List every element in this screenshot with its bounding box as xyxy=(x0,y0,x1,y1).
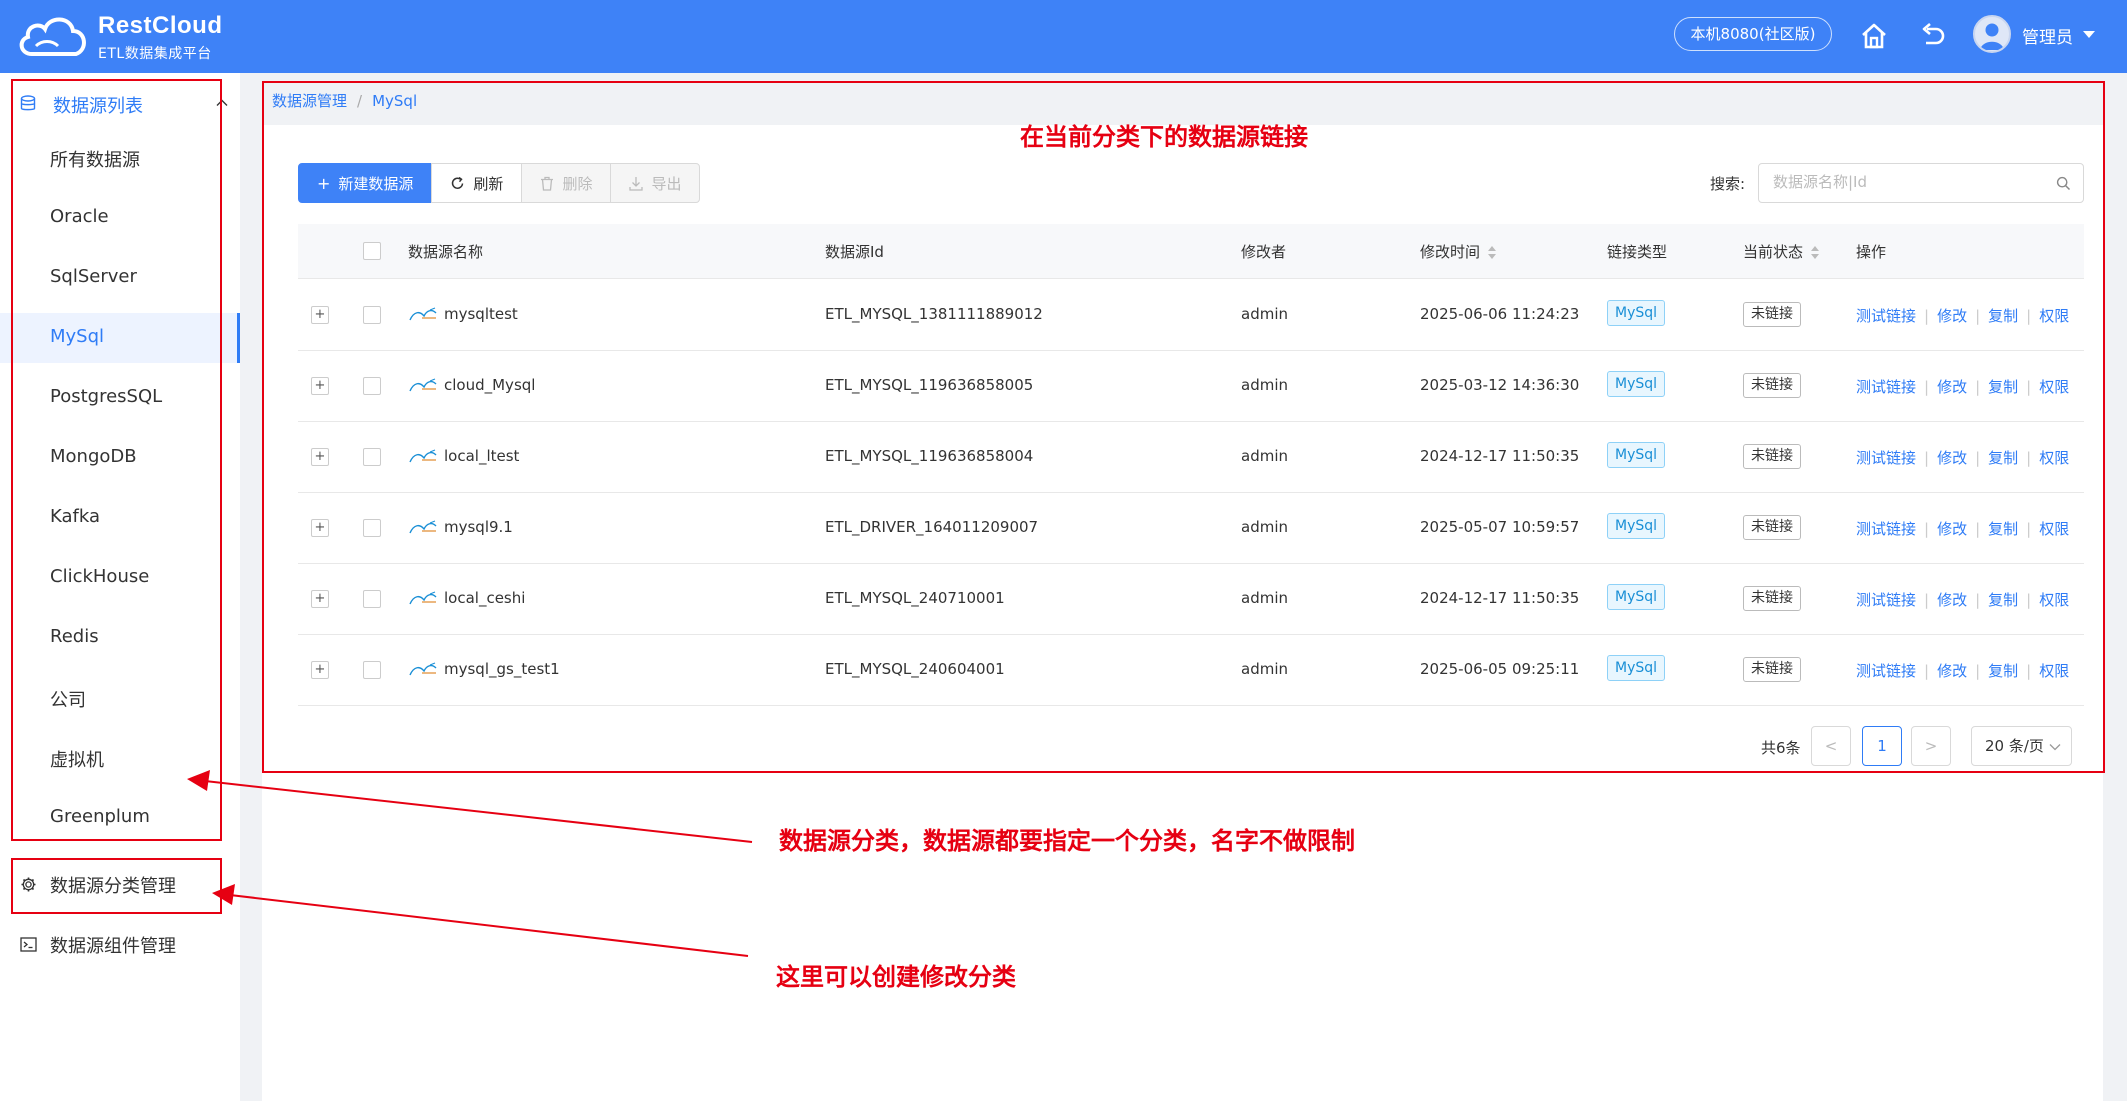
annotation-note-category: 数据源分类，数据源都要指定一个分类，名字不做限制 xyxy=(779,827,1355,855)
logo-subtitle: ETL数据集成平台 xyxy=(98,46,212,62)
top-header: RestCloud ETL数据集成平台 本机8080(社区版) 管理员 xyxy=(0,0,2127,73)
logo-title: RestCloud xyxy=(98,12,223,39)
annotation-box-category-management xyxy=(11,858,222,914)
host-selector[interactable]: 本机8080(社区版) xyxy=(1674,17,1832,51)
restcloud-logo[interactable]: RestCloud ETL数据集成平台 xyxy=(16,10,222,62)
sidebar-item-label: 数据源组件管理 xyxy=(50,936,176,957)
terminal-icon xyxy=(20,937,37,952)
user-avatar-icon xyxy=(1980,23,2004,50)
annotation-box-category-list xyxy=(11,79,222,841)
annotation-note-management: 这里可以创建修改分类 xyxy=(776,963,1016,991)
caret-down-icon[interactable] xyxy=(2083,31,2095,38)
sidebar-item-component-management[interactable]: 数据源组件管理 xyxy=(0,917,240,973)
back-icon[interactable] xyxy=(1917,20,1949,52)
home-icon[interactable] xyxy=(1858,20,1890,52)
cloud-logo-icon xyxy=(19,17,86,56)
avatar[interactable] xyxy=(1973,15,2011,53)
annotation-note-top: 在当前分类下的数据源链接 xyxy=(1020,123,1308,151)
user-name[interactable]: 管理员 xyxy=(2022,23,2073,48)
annotation-box-datasource-table xyxy=(262,81,2105,773)
